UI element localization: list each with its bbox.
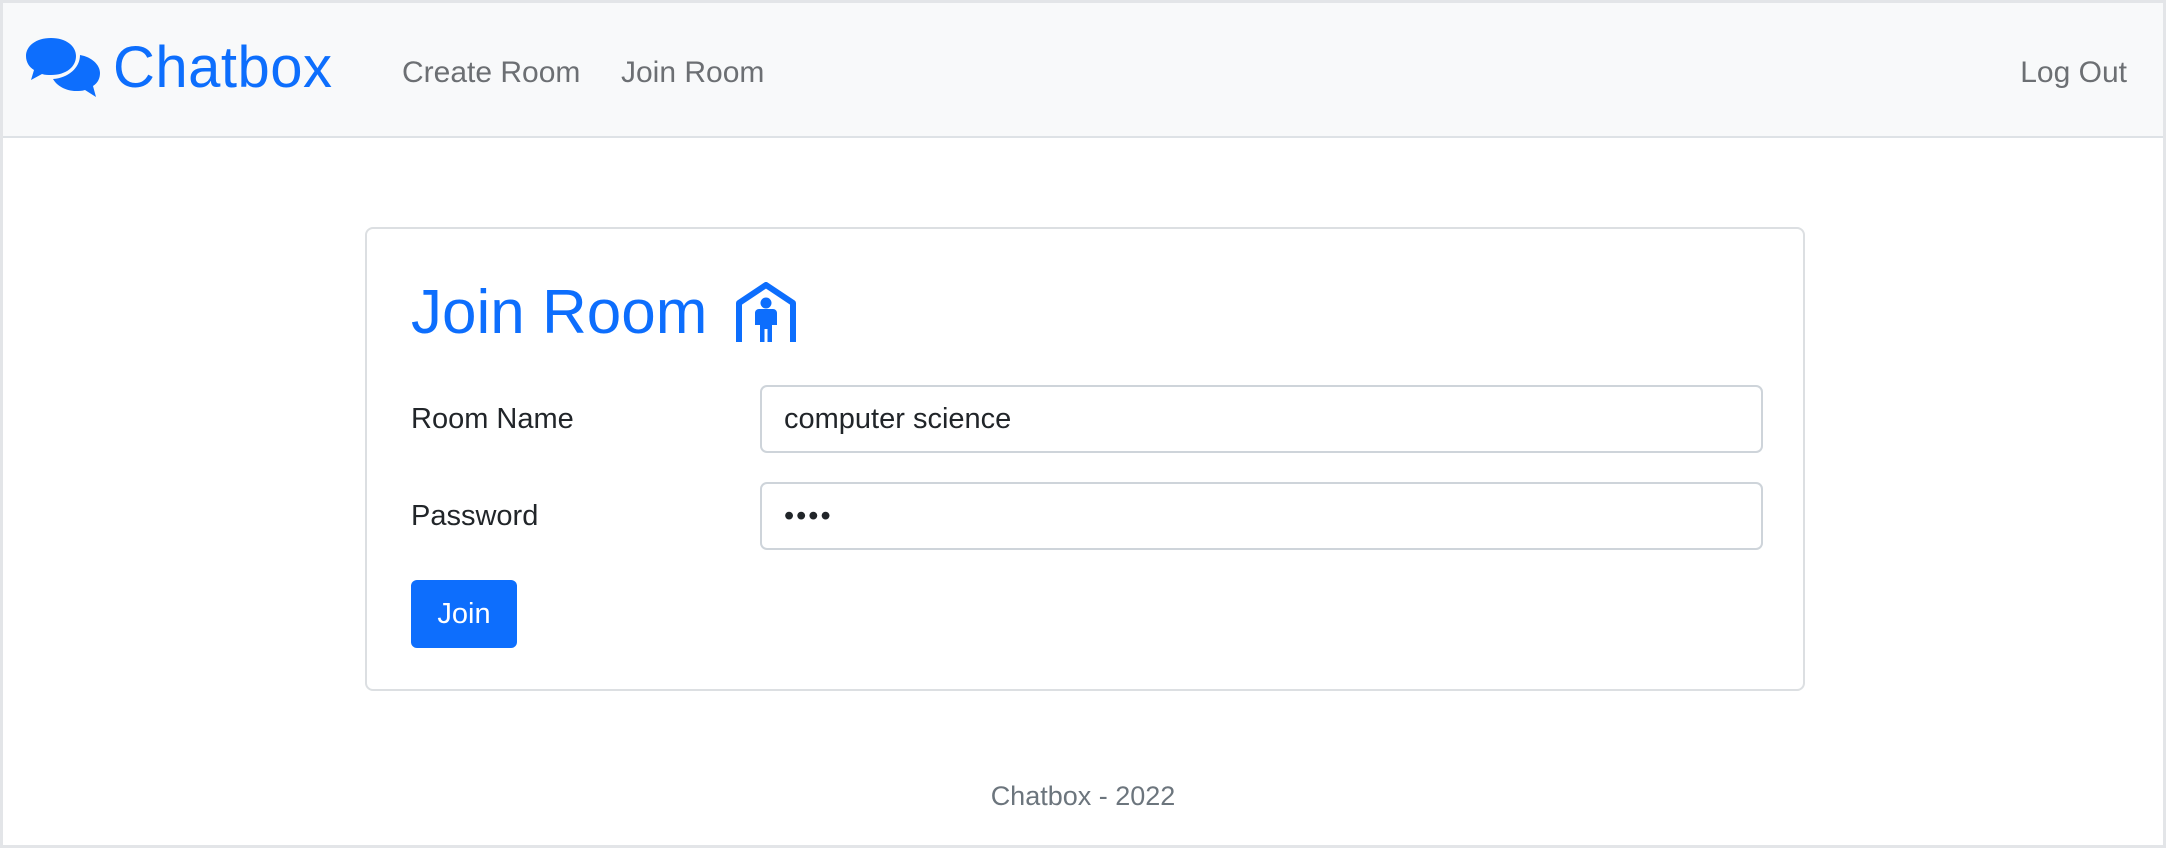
footer-text: Chatbox - 2022 (990, 781, 1176, 811)
page: Chatbox Create Room Join Room Log Out Jo… (0, 0, 2166, 848)
join-button[interactable]: Join (411, 580, 517, 648)
navbar: Chatbox Create Room Join Room Log Out (3, 3, 2163, 138)
nav-log-out[interactable]: Log Out (2020, 55, 2127, 91)
password-input[interactable] (760, 482, 1763, 550)
room-name-input[interactable] (760, 385, 1763, 453)
nav-join-room[interactable]: Join Room (621, 55, 764, 91)
page-title: Join Room (411, 278, 708, 347)
join-room-card: Join Room Room Name Password Join (365, 227, 1805, 691)
person-in-house-icon (736, 282, 797, 342)
chat-bubbles-icon (26, 38, 100, 97)
brand-name: Chatbox (113, 35, 333, 100)
password-label: Password (411, 500, 539, 532)
card-heading: Join Room (411, 273, 797, 353)
room-name-label: Room Name (411, 403, 574, 435)
nav-create-room[interactable]: Create Room (402, 55, 580, 91)
brand-link[interactable]: Chatbox (25, 33, 333, 103)
